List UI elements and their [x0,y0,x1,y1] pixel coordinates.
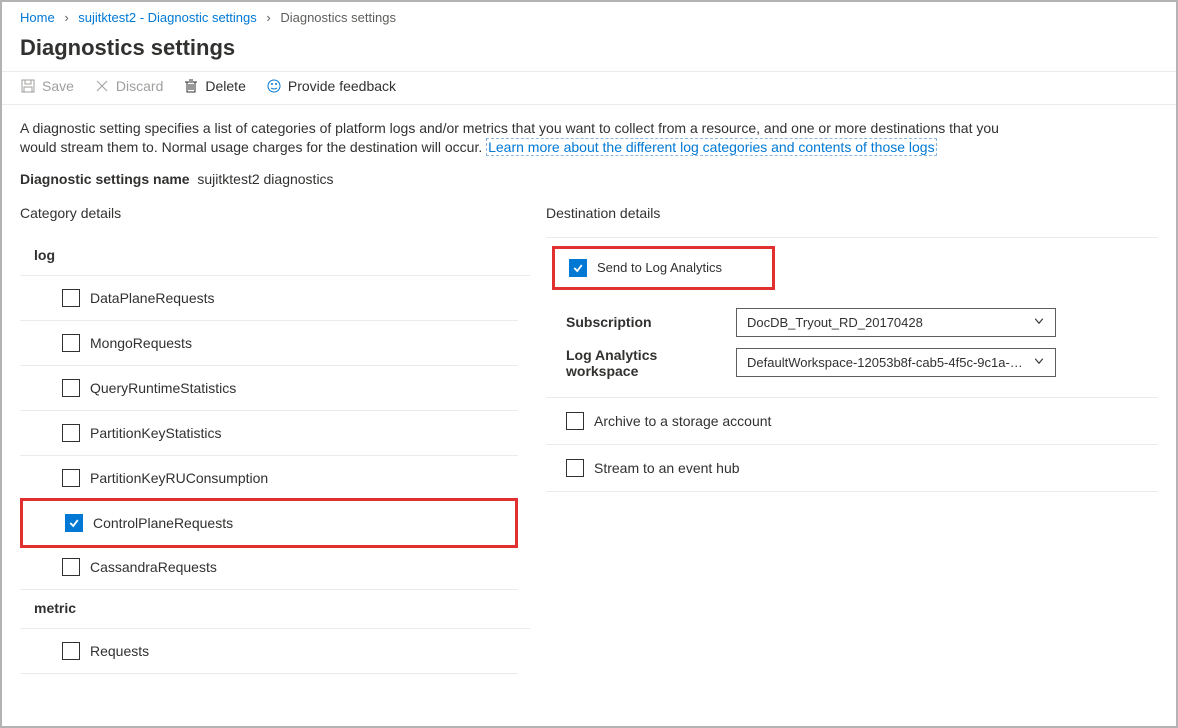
settings-name-label: Diagnostic settings name [20,171,190,187]
checkbox-unchecked-icon[interactable] [62,424,80,442]
settings-name-value: sujitktest2 diagnostics [197,171,333,187]
feedback-label: Provide feedback [288,78,396,94]
delete-button[interactable]: Delete [183,78,245,94]
save-icon [20,78,36,94]
delete-label: Delete [205,78,245,94]
chevron-right-icon: › [266,10,270,25]
category-queryruntimestatistics[interactable]: QueryRuntimeStatistics [20,366,518,411]
subscription-label: Subscription [566,314,726,330]
trash-icon [183,78,199,94]
subscription-dropdown[interactable]: DocDB_Tryout_RD_20170428 [736,308,1056,337]
category-mongorequests[interactable]: MongoRequests [20,321,518,366]
destination-archive-storage[interactable]: Archive to a storage account [546,398,1158,445]
subscription-value: DocDB_Tryout_RD_20170428 [747,315,923,330]
category-controlplanerequests[interactable]: ControlPlaneRequests [20,498,518,548]
destination-event-hub[interactable]: Stream to an event hub [546,445,1158,492]
category-requests[interactable]: Requests [20,629,518,674]
destination-log-analytics[interactable]: Send to Log Analytics [552,246,775,290]
chevron-right-icon: › [64,10,68,25]
description-text: A diagnostic setting specifies a list of… [20,119,1010,157]
category-partitionkeystatistics[interactable]: PartitionKeyStatistics [20,411,518,456]
subscription-row: Subscription DocDB_Tryout_RD_20170428 [566,308,1158,337]
learn-more-link[interactable]: Learn more about the different log categ… [486,138,936,156]
save-label: Save [42,78,74,94]
workspace-dropdown[interactable]: DefaultWorkspace-12053b8f-cab5-4f5c-9c1a… [736,348,1056,377]
workspace-row: Log Analytics workspace DefaultWorkspace… [566,347,1158,379]
page-title: Diagnostics settings [2,31,1176,71]
workspace-label: Log Analytics workspace [566,347,726,379]
checkbox-unchecked-icon[interactable] [62,558,80,576]
breadcrumb-home[interactable]: Home [20,10,55,25]
category-partitionkeyruconsumption[interactable]: PartitionKeyRUConsumption [20,456,518,501]
checkbox-unchecked-icon[interactable] [62,642,80,660]
checkbox-unchecked-icon[interactable] [566,459,584,477]
checkbox-unchecked-icon[interactable] [566,412,584,430]
destination-header: Destination details [546,205,1158,221]
checkbox-unchecked-icon[interactable] [62,379,80,397]
category-header: Category details [20,205,530,221]
group-metric: metric [20,590,530,629]
category-label: MongoRequests [90,335,192,351]
breadcrumb-current: Diagnostics settings [280,10,396,25]
breadcrumb: Home › sujitktest2 - Diagnostic settings… [2,2,1176,31]
checkbox-unchecked-icon[interactable] [62,289,80,307]
checkbox-checked-icon[interactable] [569,259,587,277]
checkbox-unchecked-icon[interactable] [62,469,80,487]
category-label: Requests [90,643,149,659]
chevron-down-icon [1033,315,1045,330]
checkbox-unchecked-icon[interactable] [62,334,80,352]
category-label: PartitionKeyStatistics [90,425,222,441]
discard-button[interactable]: Discard [94,78,163,94]
checkbox-checked-icon[interactable] [65,514,83,532]
workspace-value: DefaultWorkspace-12053b8f-cab5-4f5c-9c1a… [747,355,1027,370]
smile-icon [266,78,282,94]
toolbar: Save Discard Delete Provide feedback [2,71,1176,105]
category-label: PartitionKeyRUConsumption [90,470,268,486]
close-icon [94,78,110,94]
category-dataplanerequests[interactable]: DataPlaneRequests [20,276,518,321]
destination-label: Send to Log Analytics [597,260,722,275]
chevron-down-icon [1033,355,1045,370]
category-label: CassandraRequests [90,559,217,575]
category-label: DataPlaneRequests [90,290,215,306]
settings-name-row: Diagnostic settings name sujitktest2 dia… [20,171,1158,187]
category-cassandrarequests[interactable]: CassandraRequests [20,545,518,590]
save-button[interactable]: Save [20,78,74,94]
destination-label: Stream to an event hub [594,460,740,476]
group-log: log [20,237,530,276]
category-label: QueryRuntimeStatistics [90,380,236,396]
category-label: ControlPlaneRequests [93,515,233,531]
breadcrumb-level1[interactable]: sujitktest2 - Diagnostic settings [78,10,256,25]
destination-label: Archive to a storage account [594,413,771,429]
discard-label: Discard [116,78,163,94]
feedback-button[interactable]: Provide feedback [266,78,396,94]
